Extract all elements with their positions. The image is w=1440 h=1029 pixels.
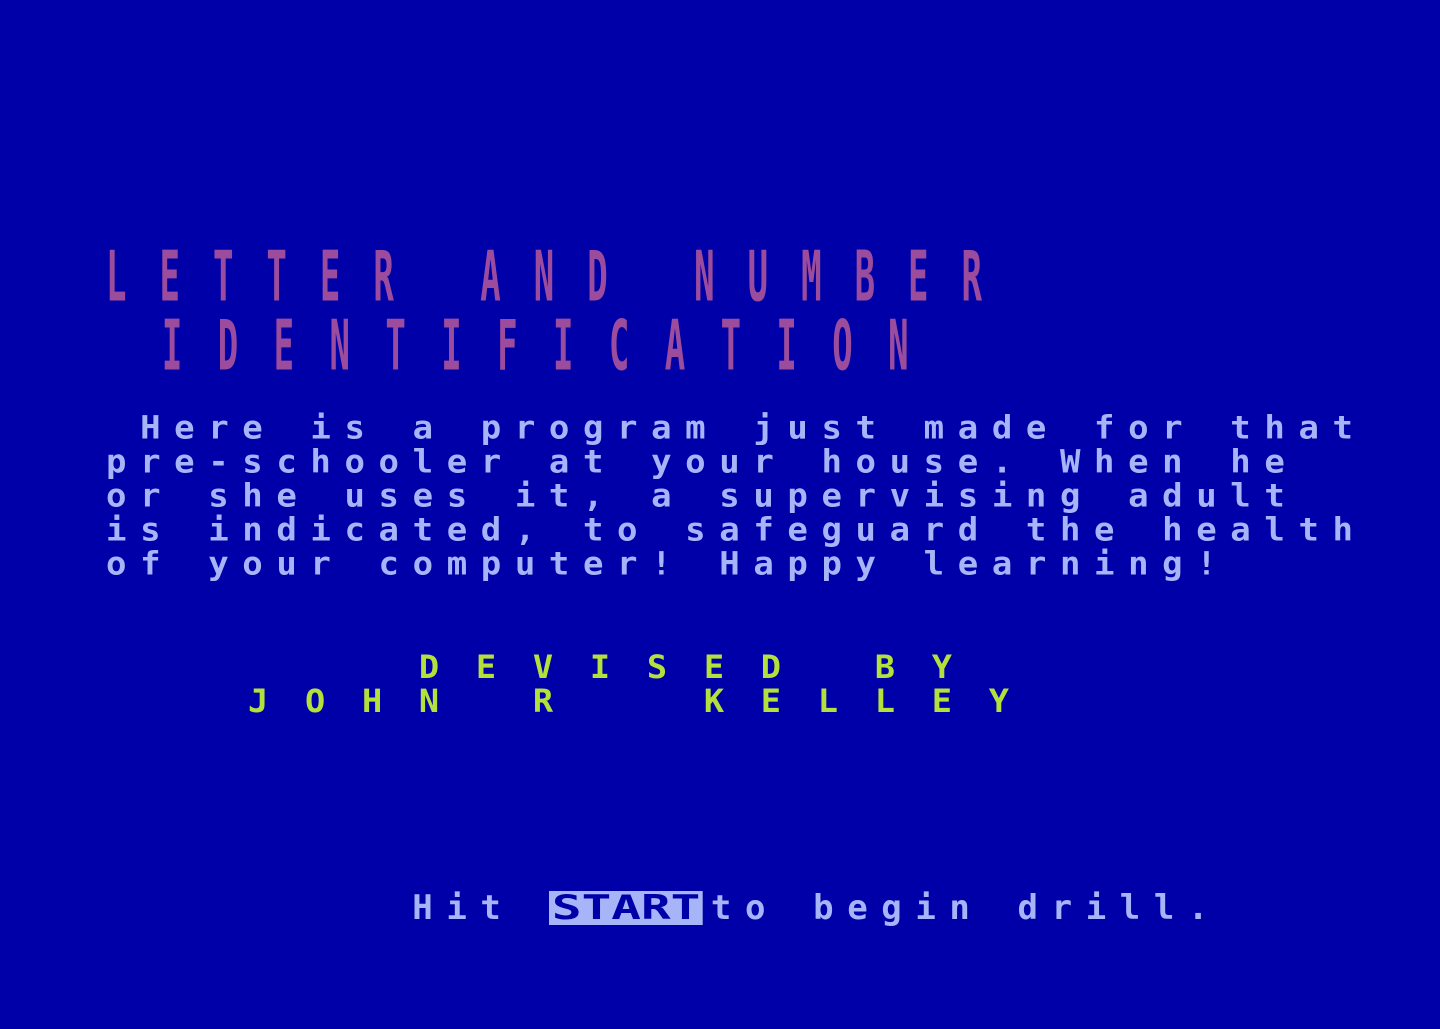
credit-line-2: JOHN R KELLEY <box>248 682 1046 720</box>
start-prompt: Hit START to begin drill. <box>276 857 1222 959</box>
credit-line-1: DEVISED BY <box>248 648 989 686</box>
title-line-2: IDENTIFICATION <box>106 305 945 388</box>
prompt-suffix: to begin drill. <box>710 888 1222 928</box>
description-line-4: is indicated, to safeguard the health <box>106 511 1367 550</box>
description-line-1: Here is a program just made for that <box>106 409 1367 448</box>
start-key[interactable]: START <box>548 891 703 925</box>
description-line-3: or she uses it, a supervising adult <box>106 477 1299 516</box>
title-line-1: LETTER AND NUMBER <box>106 236 1015 319</box>
description-line-5: of your computer! Happy learning! <box>106 545 1231 584</box>
title-screen: LETTER AND NUMBER IDENTIFICATION Here is… <box>0 0 1440 1029</box>
description-line-2: pre-schooler at your house. When he <box>106 443 1299 482</box>
prompt-prefix: Hit <box>412 888 549 928</box>
